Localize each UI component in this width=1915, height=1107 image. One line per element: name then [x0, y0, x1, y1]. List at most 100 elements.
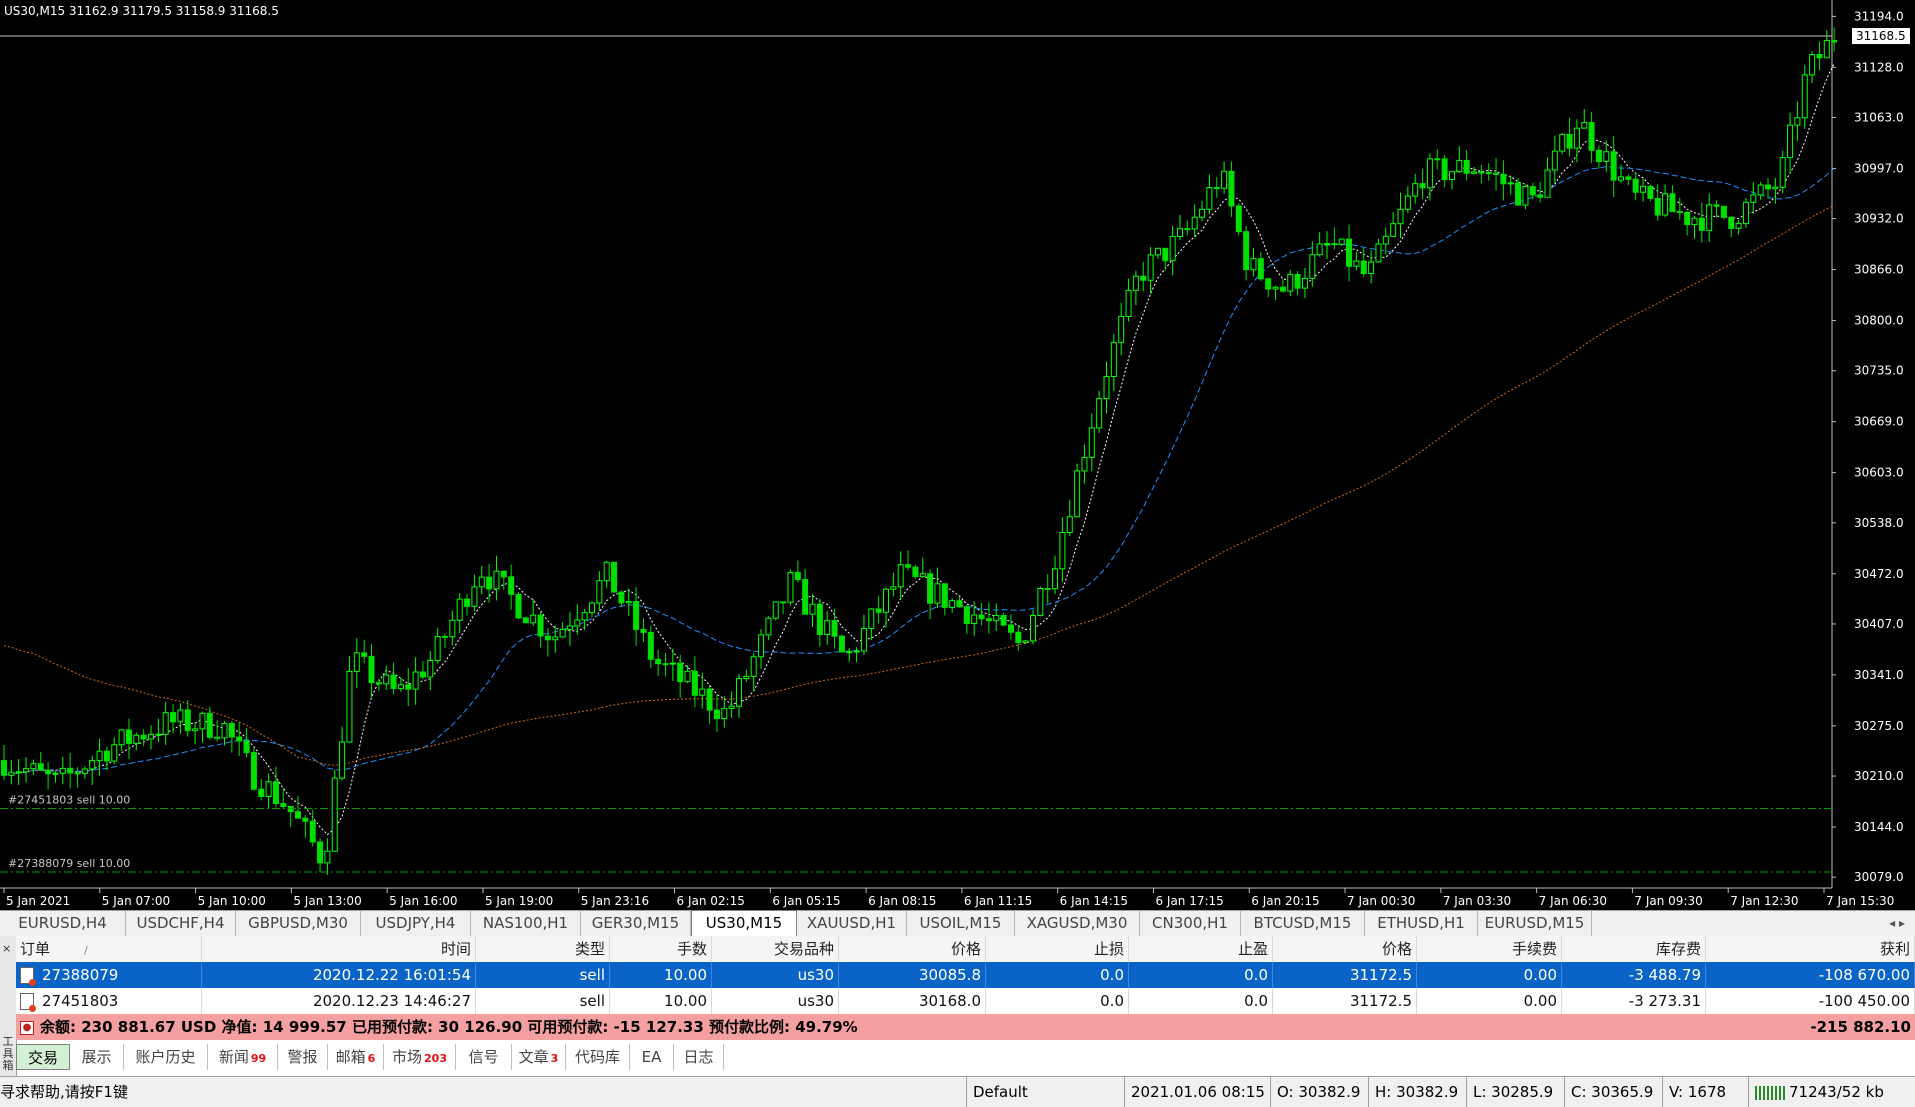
column-header-open-price[interactable]: 价格: [839, 936, 986, 962]
tab-eurusd-h4[interactable]: EURUSD,H4: [0, 911, 126, 936]
terminal-tabs: 交易 展示 账户历史 新闻 99 警报 邮箱 6 市场 203 信号 文章 3 代码库 EA 日志: [16, 1044, 1915, 1070]
tab-usdchf-h4[interactable]: USDCHF,H4: [126, 911, 236, 936]
candle: [853, 647, 860, 663]
tab-xagusd-m30[interactable]: XAGUSD,M30: [1015, 911, 1140, 936]
candle: [846, 647, 853, 662]
candle: [177, 703, 184, 734]
price-tick-label: 30997.0: [1854, 161, 1904, 175]
tab-mailbox[interactable]: 邮箱 6: [328, 1044, 384, 1070]
cell-stop-loss: 0.0: [986, 962, 1129, 988]
tab-scroll-arrows[interactable]: ◂ ▸: [1889, 911, 1905, 936]
column-header-stop-loss[interactable]: 止损: [986, 936, 1129, 962]
candle: [1757, 181, 1764, 200]
chart-canvas[interactable]: 31194.0 31128.0 31063.0 30997.0 30932.0 30866…: [0, 0, 1915, 910]
cell-order: 27388079: [16, 962, 202, 988]
candle: [228, 721, 235, 753]
candle: [1353, 251, 1360, 271]
candle: [1779, 150, 1786, 194]
tab-news[interactable]: 新闻 99: [208, 1044, 278, 1070]
column-header-order[interactable]: 订单 /: [16, 936, 202, 962]
tab-label: 账户历史: [135, 1048, 196, 1066]
candle: [1720, 205, 1727, 220]
candle: [1816, 41, 1823, 71]
price-tick-label: 30538.0: [1854, 516, 1904, 530]
candle: [897, 551, 904, 600]
candle: [1199, 200, 1206, 222]
column-header-type[interactable]: 类型: [476, 936, 610, 962]
tab-cn300-h1[interactable]: CN300,H1: [1140, 911, 1241, 936]
candle: [1074, 463, 1081, 518]
tab-alerts[interactable]: 警报: [278, 1044, 328, 1070]
column-header-lots[interactable]: 手数: [610, 936, 712, 962]
status-help: 寻求帮助,请按F1键: [0, 1083, 128, 1101]
column-header-swap[interactable]: 库存费: [1562, 936, 1706, 962]
candle: [1037, 586, 1044, 617]
candle: [589, 601, 595, 618]
candle: [581, 609, 588, 631]
tab-articles[interactable]: 文章 3: [512, 1044, 566, 1070]
candle: [111, 737, 118, 765]
tab-ger30-m15[interactable]: GER30,M15: [581, 911, 691, 936]
cell-symbol: us30: [712, 962, 839, 988]
tab-btcusd-m15[interactable]: BTCUSD,M15: [1241, 911, 1365, 936]
cell-take-profit: 0.0: [1129, 988, 1273, 1014]
status-volume: V: 1678: [1662, 1077, 1748, 1107]
tab-gbpusd-m30[interactable]: GBPUSD,M30: [236, 911, 361, 936]
tab-account-history[interactable]: 账户历史: [124, 1044, 208, 1070]
candle: [184, 699, 191, 737]
cell-price: 31172.5: [1273, 988, 1417, 1014]
close-icon[interactable]: ×: [2, 942, 11, 955]
candle: [1397, 192, 1404, 239]
tab-journal[interactable]: 日志: [674, 1044, 724, 1070]
tab-usoil-m15[interactable]: USOIL,M15: [907, 911, 1015, 936]
tab-us30-m15[interactable]: US30,M15: [691, 910, 797, 937]
tab-label: 邮箱: [335, 1048, 366, 1066]
column-header-symbol[interactable]: 交易品种: [712, 936, 839, 962]
column-header-profit[interactable]: 获利: [1706, 936, 1915, 962]
table-row[interactable]: 27451803 2020.12.23 14:46:27 sell 10.00 us30…: [16, 988, 1915, 1015]
candle: [1257, 251, 1264, 281]
tab-experts[interactable]: EA: [630, 1044, 674, 1070]
tab-signals[interactable]: 信号: [456, 1044, 512, 1070]
price-tick-label: 30275.0: [1854, 719, 1904, 733]
candle: [478, 565, 485, 595]
tab-ethusd-h1[interactable]: ETHUSD,H1: [1365, 911, 1478, 936]
candle: [133, 732, 140, 751]
tab-usdjpy-h4[interactable]: USDJPY,H4: [361, 911, 471, 936]
price-tick-label: 30144.0: [1854, 820, 1904, 834]
column-header-price[interactable]: 价格: [1273, 936, 1417, 962]
cell-symbol: us30: [712, 988, 839, 1014]
tab-eurusd-m15[interactable]: EURUSD,M15: [1478, 911, 1592, 936]
candle: [699, 672, 706, 709]
cell-time: 2020.12.23 14:46:27: [202, 988, 476, 1014]
chart-header: US30,M15 31162.9 31179.5 31158.9 31168.5: [4, 4, 279, 18]
tab-trade[interactable]: 交易: [16, 1044, 70, 1070]
column-header-time[interactable]: 时间: [202, 936, 476, 962]
candle: [74, 767, 81, 788]
time-tick-label: 6 Jan 14:15: [1060, 894, 1128, 908]
column-header-take-profit[interactable]: 止盈: [1129, 936, 1273, 962]
candle: [728, 691, 735, 718]
tab-exposure[interactable]: 展示: [70, 1044, 124, 1070]
column-header-commission[interactable]: 手续费: [1417, 936, 1562, 962]
candle: [1794, 101, 1801, 141]
price-chart[interactable]: 31194.0 31128.0 31063.0 30997.0 30932.0 30866…: [0, 0, 1915, 910]
tab-market[interactable]: 市场 203: [384, 1044, 456, 1070]
candle: [317, 838, 324, 873]
candle: [353, 638, 360, 689]
price-tick-label: 30603.0: [1854, 466, 1904, 480]
candle: [449, 610, 456, 646]
tab-nas100-h1[interactable]: NAS100,H1: [471, 911, 581, 936]
candle: [1471, 167, 1477, 175]
tab-label: 展示: [81, 1048, 112, 1066]
order-line-label: #27451803 sell 10.00: [8, 793, 130, 806]
candle: [1610, 135, 1617, 198]
account-summary-row[interactable]: ● 余额: 230 881.67 USD 净值: 14 999.57 已用预付款:…: [16, 1014, 1915, 1040]
candle: [486, 564, 493, 603]
table-row[interactable]: 27388079 2020.12.22 16:01:54 sell 10.00 us30…: [16, 962, 1915, 988]
terminal-sidebar: × 工具箱: [0, 936, 17, 1076]
tab-xauusd-h1[interactable]: XAUUSD,H1: [797, 911, 907, 936]
tab-code-base[interactable]: 代码库: [566, 1044, 630, 1070]
candle: [493, 555, 500, 601]
price-tick-label: 30800.0: [1854, 314, 1904, 328]
